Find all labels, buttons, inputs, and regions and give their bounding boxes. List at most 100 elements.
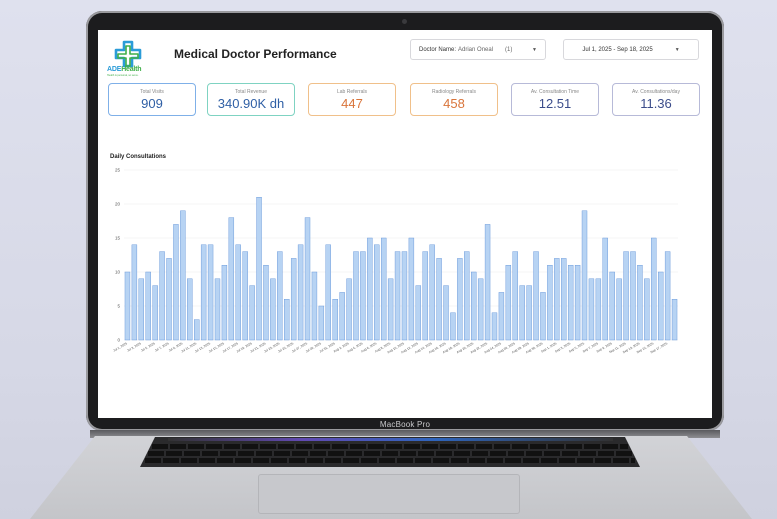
bar[interactable] bbox=[311, 271, 318, 341]
bar[interactable] bbox=[671, 298, 678, 341]
bar[interactable] bbox=[505, 264, 512, 341]
bar[interactable] bbox=[138, 278, 145, 341]
bar[interactable] bbox=[367, 237, 373, 341]
bar[interactable] bbox=[484, 224, 491, 341]
bar[interactable] bbox=[588, 278, 595, 341]
bar[interactable] bbox=[609, 271, 615, 341]
bar[interactable] bbox=[387, 278, 394, 341]
kpi-value: 340.90K dh bbox=[217, 96, 285, 111]
bar[interactable] bbox=[408, 237, 415, 341]
bar[interactable] bbox=[498, 292, 505, 341]
bar[interactable] bbox=[360, 251, 366, 341]
bar[interactable] bbox=[374, 244, 380, 341]
bar[interactable] bbox=[664, 251, 671, 341]
y-tick-label: 20 bbox=[115, 202, 121, 207]
bar[interactable] bbox=[554, 258, 560, 341]
bar[interactable] bbox=[616, 278, 622, 341]
key-row bbox=[148, 451, 632, 456]
bar[interactable] bbox=[443, 285, 449, 341]
bar[interactable] bbox=[651, 237, 657, 341]
x-tick-label: Jul 3, 2025 bbox=[126, 341, 142, 352]
bar[interactable] bbox=[574, 264, 581, 341]
bar[interactable] bbox=[221, 264, 228, 341]
bar[interactable] bbox=[235, 244, 241, 341]
bar[interactable] bbox=[401, 251, 408, 341]
bar[interactable] bbox=[380, 237, 387, 341]
bar[interactable] bbox=[270, 278, 276, 341]
kpi-card: Radiology Referrals 458 bbox=[410, 83, 498, 116]
bar[interactable] bbox=[464, 251, 470, 341]
logo-wordmark: ADEHealth bbox=[107, 66, 142, 73]
bar[interactable] bbox=[477, 278, 484, 341]
key-row bbox=[152, 444, 628, 449]
bar[interactable] bbox=[263, 264, 269, 341]
bar[interactable] bbox=[547, 264, 553, 341]
kpi-card: Av. Consultation Time 12.51 bbox=[511, 83, 599, 116]
bar[interactable] bbox=[595, 278, 602, 341]
bar[interactable] bbox=[533, 251, 539, 341]
bar[interactable] bbox=[159, 251, 165, 341]
bar[interactable] bbox=[173, 224, 179, 341]
logo-tagline: Health is personal, so serve. bbox=[107, 74, 139, 77]
bar[interactable] bbox=[207, 244, 214, 341]
bar[interactable] bbox=[152, 285, 158, 341]
bar[interactable] bbox=[318, 305, 325, 341]
bar[interactable] bbox=[200, 244, 207, 341]
bar[interactable] bbox=[214, 278, 221, 341]
bar[interactable] bbox=[471, 271, 477, 341]
bar[interactable] bbox=[623, 251, 629, 341]
kpi-card: Av. Consultations/day 11.36 bbox=[612, 83, 700, 116]
bar[interactable] bbox=[228, 217, 235, 341]
bar[interactable] bbox=[630, 251, 636, 341]
bar[interactable] bbox=[436, 258, 442, 341]
bar[interactable] bbox=[290, 258, 297, 341]
bar[interactable] bbox=[429, 244, 435, 341]
bar[interactable] bbox=[415, 285, 422, 341]
bar[interactable] bbox=[180, 210, 186, 341]
date-range-dropdown[interactable]: Jul 1, 2025 - Sep 18, 2025 ▼ bbox=[563, 39, 699, 60]
doctor-name-dropdown[interactable]: Doctor Name: Adrian Oneal (1) ▼ bbox=[410, 39, 546, 60]
bar[interactable] bbox=[422, 251, 428, 341]
x-tick-label: Jul 1, 2025 bbox=[112, 341, 128, 352]
bar[interactable] bbox=[256, 197, 262, 341]
x-tick-label: Jul 7, 2025 bbox=[154, 341, 170, 352]
bar[interactable] bbox=[457, 258, 463, 341]
bar[interactable] bbox=[526, 285, 532, 341]
kpi-label: Av. Consultation Time bbox=[530, 89, 580, 95]
bar[interactable] bbox=[332, 298, 338, 341]
bar[interactable] bbox=[277, 251, 283, 341]
bar[interactable] bbox=[353, 251, 359, 341]
bar[interactable] bbox=[540, 292, 546, 341]
bar[interactable] bbox=[657, 271, 664, 341]
bar[interactable] bbox=[450, 312, 456, 341]
bar[interactable] bbox=[561, 258, 567, 341]
bar[interactable] bbox=[325, 244, 331, 341]
bar[interactable] bbox=[512, 251, 518, 341]
bar[interactable] bbox=[519, 285, 525, 341]
bar[interactable] bbox=[346, 278, 352, 341]
bar[interactable] bbox=[187, 278, 193, 341]
kpi-value: 447 bbox=[341, 96, 363, 111]
bar[interactable] bbox=[249, 285, 255, 341]
date-range-value: Jul 1, 2025 - Sep 18, 2025 bbox=[582, 46, 653, 53]
bar[interactable] bbox=[297, 244, 304, 341]
bar[interactable] bbox=[131, 244, 138, 341]
bar[interactable] bbox=[581, 210, 588, 341]
bar[interactable] bbox=[394, 251, 401, 341]
bar[interactable] bbox=[145, 271, 151, 341]
bar[interactable] bbox=[567, 264, 574, 341]
bar[interactable] bbox=[166, 258, 172, 341]
bar[interactable] bbox=[602, 237, 608, 341]
device-label: MacBook Pro bbox=[379, 420, 431, 429]
y-tick-label: 10 bbox=[115, 270, 121, 275]
bar[interactable] bbox=[339, 292, 345, 341]
bar[interactable] bbox=[242, 251, 248, 341]
bar[interactable] bbox=[637, 264, 643, 341]
bar[interactable] bbox=[124, 271, 131, 341]
bar[interactable] bbox=[644, 278, 650, 341]
bar[interactable] bbox=[284, 298, 290, 341]
bar[interactable] bbox=[304, 217, 311, 341]
bar[interactable] bbox=[491, 312, 498, 341]
y-tick-label: 0 bbox=[117, 338, 120, 343]
bar[interactable] bbox=[194, 319, 200, 341]
